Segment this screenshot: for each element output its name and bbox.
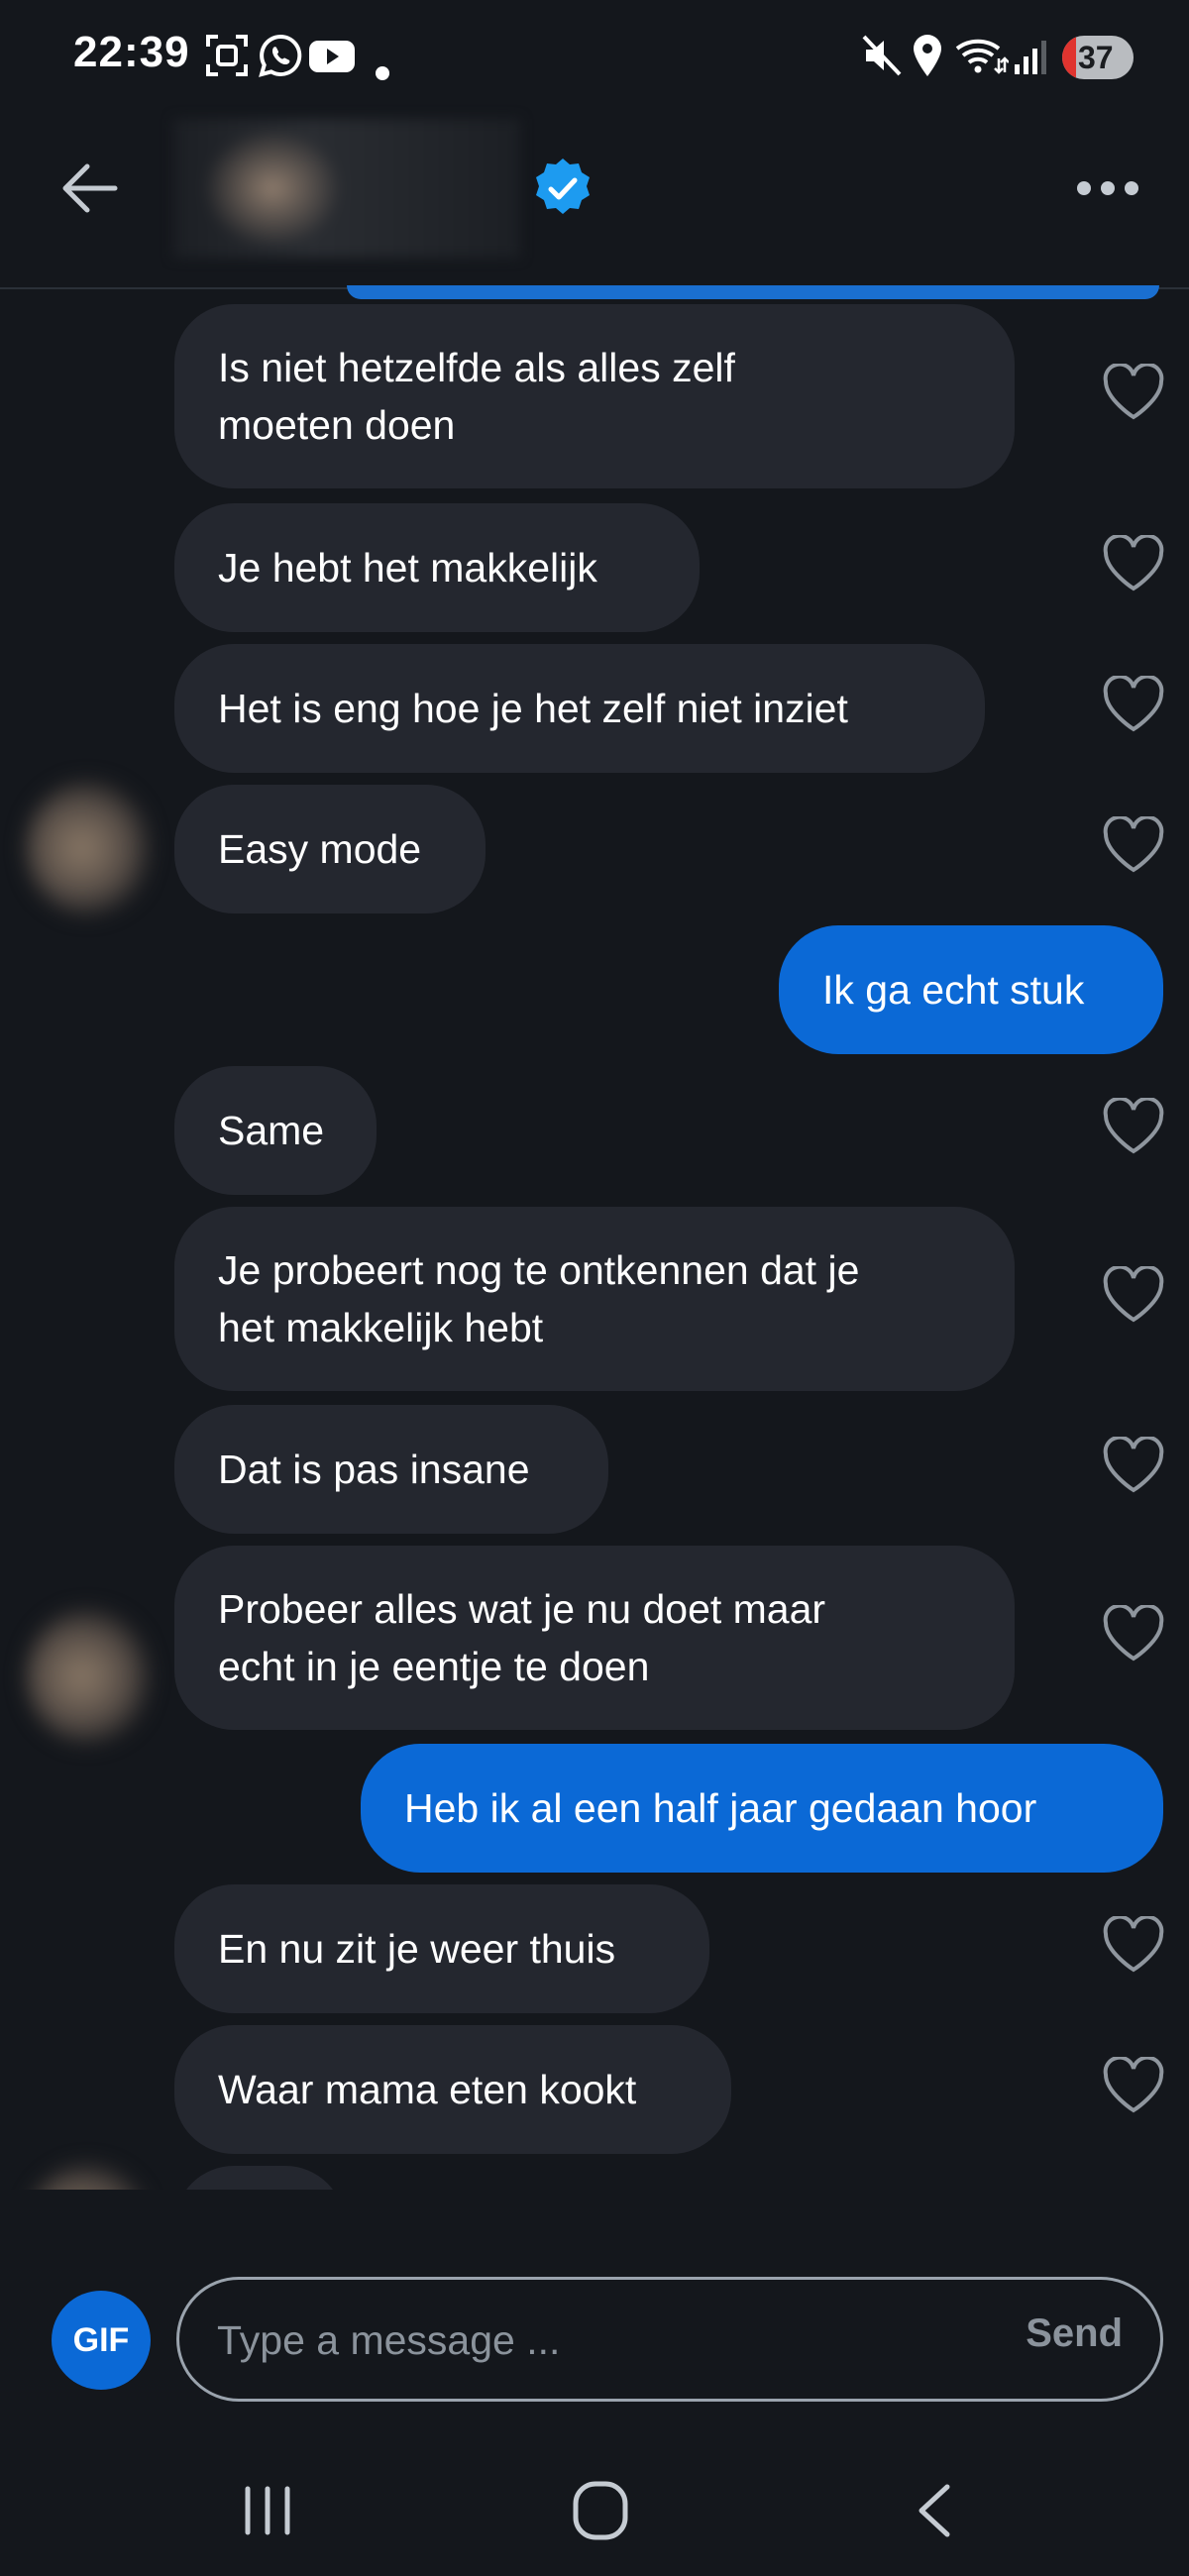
composer-backdrop [0,2190,1189,2239]
status-bar: 22:39 37 [0,0,1189,114]
battery-icon: 37 [1062,36,1134,79]
heart-icon[interactable] [1102,364,1165,421]
heart-icon[interactable] [1102,1266,1165,1324]
message-input[interactable] [215,2306,972,2375]
screenshot-icon [206,35,248,76]
back-icon[interactable] [910,2481,959,2540]
recent-apps-icon[interactable] [238,2481,297,2540]
whatsapp-icon [259,34,302,77]
heart-icon[interactable] [1102,676,1165,733]
contact-avatar[interactable] [26,1609,151,1744]
message-bubble[interactable]: Dat is pas insane [174,1405,608,1534]
dot-icon [376,66,389,80]
arrow-left-icon[interactable] [50,149,129,228]
message-bubble[interactable]: Je hebt het makkelijk [174,503,700,632]
home-icon[interactable] [571,2479,630,2542]
signal-icon [1015,41,1046,74]
heart-icon[interactable] [1102,1437,1165,1494]
status-time: 22:39 [73,28,190,76]
my-message-bubble[interactable]: Heb ik al een half jaar gedaan hoor [361,1744,1163,1873]
battery-level: 37 [1078,40,1114,75]
my-message-bubble[interactable]: Ik ga echt stuk [779,925,1163,1054]
heart-icon[interactable] [1102,1098,1165,1155]
heart-icon[interactable] [1102,1916,1165,1974]
verified-badge-icon [536,159,590,214]
heart-icon[interactable] [1102,1605,1165,1663]
youtube-icon [309,41,355,72]
heart-icon[interactable] [1102,535,1165,592]
message-bubble[interactable]: Probeer alles wat je nu doet maar echt i… [174,1546,1015,1730]
message-bubble[interactable]: Waar mama eten kookt [174,2025,731,2154]
wifi-icon [955,39,1009,74]
conversation-header [0,119,1189,299]
heart-icon[interactable] [1102,816,1165,874]
heart-icon[interactable] [1102,2057,1165,2114]
message-list[interactable]: Is niet hetzelfde als alles zelf moeten … [0,289,1189,2239]
message-bubble[interactable]: Same [174,1066,377,1195]
send-button[interactable]: Send [1026,2311,1123,2356]
message-composer[interactable]: Send [176,2277,1163,2402]
gif-button[interactable]: GIF [52,2291,151,2390]
message-bubble[interactable]: En nu zit je weer thuis [174,1884,709,2013]
more-horizontal-icon[interactable] [1075,176,1140,200]
message-bubble[interactable]: Het is eng hoe je het zelf niet inziet [174,644,985,773]
contact-avatar-and-name[interactable] [173,119,520,258]
mute-icon [862,35,902,76]
navigation-bar [0,2447,1189,2576]
message-bubble[interactable]: Je probeert nog te ontkennen dat je het … [174,1207,1015,1391]
contact-avatar[interactable] [26,781,151,915]
message-bubble[interactable]: Is niet hetzelfde als alles zelf moeten … [174,304,1015,488]
location-icon [914,35,941,76]
message-bubble[interactable]: Easy mode [174,785,486,913]
